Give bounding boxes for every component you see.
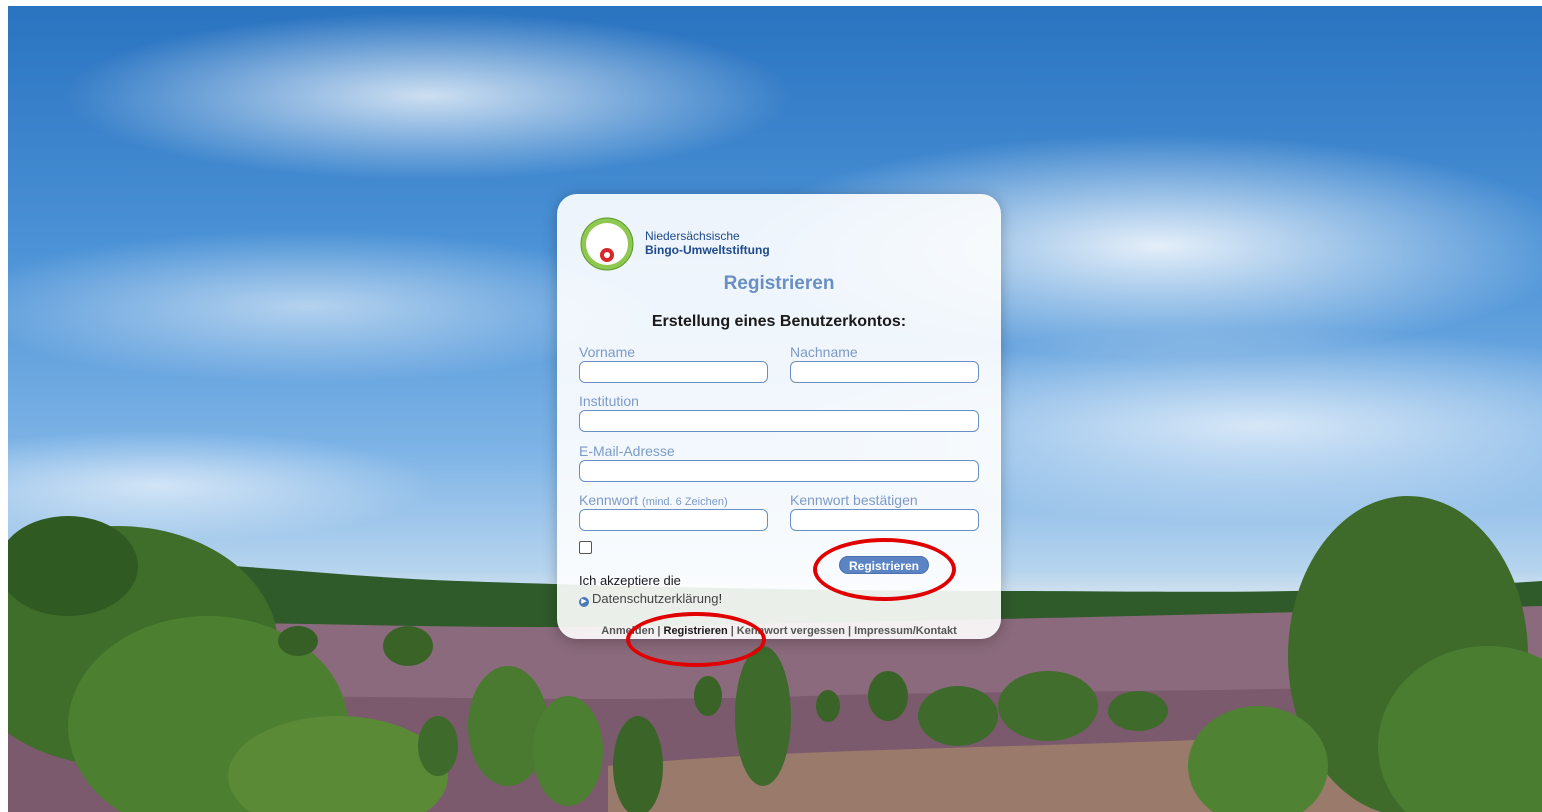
firstname-field[interactable]: [579, 361, 768, 383]
arrow-right-icon: ▶: [579, 597, 589, 607]
institution-field[interactable]: [579, 410, 979, 432]
password-label: Kennwort (mind. 6 Zeichen): [579, 492, 728, 508]
password-confirm-field[interactable]: [790, 509, 979, 531]
annotation-circle-register-link: [626, 612, 766, 667]
privacy-checkbox[interactable]: [579, 541, 592, 554]
institution-label: Institution: [579, 393, 639, 409]
form-subtitle: Erstellung eines Benutzerkontos:: [651, 313, 907, 330]
email-field[interactable]: [579, 460, 979, 482]
annotation-circle-register-button: [813, 538, 956, 601]
privacy-suffix: !: [718, 591, 723, 606]
accept-text: Ich akzeptiere die: [579, 573, 681, 588]
brand-name-line1: Niedersächsische: [645, 229, 740, 243]
page-title: Registrieren: [723, 273, 835, 294]
brand-name-line2: Bingo-Umweltstiftung: [645, 243, 770, 257]
privacy-policy-link[interactable]: Datenschutzerklärung: [592, 591, 718, 606]
firstname-label: Vorname: [579, 344, 636, 360]
nav-separator: |: [847, 625, 852, 637]
nav-link-imprint[interactable]: Impressum/Kontakt: [854, 625, 957, 637]
lastname-label: Nachname: [790, 344, 858, 360]
footer-nav: Anmelden | Registrieren | Kennwort vergessen…: [557, 625, 1001, 637]
password-confirm-label: Kennwort bestätigen: [790, 492, 918, 508]
privacy-link-container: ▶ Datenschutzerklärung!: [579, 591, 722, 607]
email-label: E-Mail-Adresse: [579, 443, 675, 459]
password-hint: (mind. 6 Zeichen): [642, 496, 728, 508]
password-label-text: Kennwort: [579, 492, 639, 508]
password-field[interactable]: [579, 509, 768, 531]
lastname-field[interactable]: [790, 361, 979, 383]
bingo-logo-icon: [580, 217, 634, 271]
